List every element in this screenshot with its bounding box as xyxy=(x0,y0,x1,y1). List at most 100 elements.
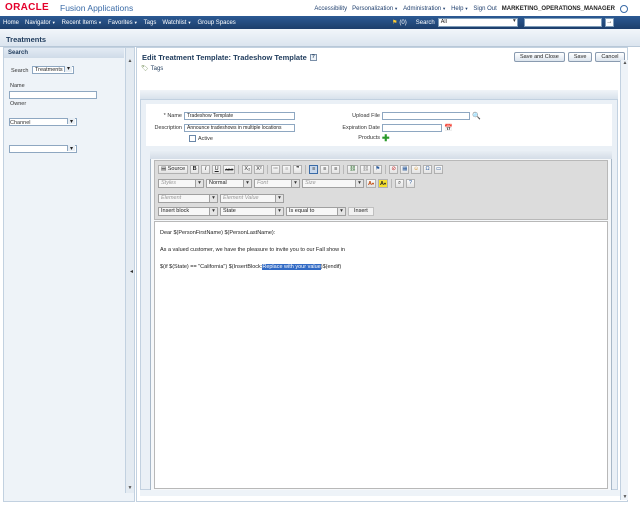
collapse-panel-icon[interactable]: ◂ xyxy=(130,268,133,275)
bold-button[interactable]: B xyxy=(190,165,200,174)
chevron-down-icon: ▼ xyxy=(51,19,56,25)
accessibility-link[interactable]: Accessibility xyxy=(314,6,347,12)
italic-button[interactable]: I xyxy=(201,165,211,174)
toolbar-row-1: ▤ Source B I U ABC X₂ X² ≔ ≡ ❞ ≡ ≡ ≡ ⛓ ⛓… xyxy=(158,165,444,174)
blockquote-icon[interactable]: ❞ xyxy=(293,165,303,174)
bullet-list-icon[interactable]: ≡ xyxy=(282,165,292,174)
tags-label: Tags xyxy=(150,65,164,72)
search-by-select[interactable]: Treatments xyxy=(32,66,74,74)
name-input[interactable] xyxy=(9,91,97,99)
state-select[interactable]: State xyxy=(220,207,284,216)
styles-select[interactable]: Styles xyxy=(158,179,204,188)
name-label: Name xyxy=(10,83,25,89)
region-title: Treatments xyxy=(6,35,47,44)
name-field[interactable]: Tradeshow Template xyxy=(184,112,295,120)
nav-tags[interactable]: Tags xyxy=(141,20,160,26)
insert-button[interactable]: Insert xyxy=(348,207,374,216)
upload-file-input[interactable] xyxy=(382,112,470,120)
user-name: MARKETING_OPERATIONS_MANAGER xyxy=(501,6,615,12)
save-button[interactable]: Save xyxy=(567,52,593,62)
background-color-button[interactable]: A▾ xyxy=(378,179,388,188)
editor-line-3-suffix: )$(endif) xyxy=(320,264,342,270)
nav-favorites[interactable]: Favorites▼ xyxy=(105,20,141,26)
description-row: Description Announce tradeshows in multi… xyxy=(150,124,295,132)
tags-link[interactable]: 🏷 Tags xyxy=(141,65,164,73)
numbered-list-icon[interactable]: ≔ xyxy=(270,165,281,174)
element-select[interactable]: Element xyxy=(158,194,218,203)
chevron-down-icon: ▾ xyxy=(383,181,386,186)
expiration-row: Expiration Date 📅 xyxy=(336,124,453,132)
toolbar-divider xyxy=(266,165,268,174)
underline-button[interactable]: U xyxy=(212,165,222,174)
subscript-button[interactable]: X₂ xyxy=(242,165,253,174)
smiley-icon[interactable]: ☺ xyxy=(411,165,422,174)
calendar-icon[interactable]: 📅 xyxy=(444,124,453,132)
owner-label: Owner xyxy=(10,101,27,107)
editor-line-2: As a valued customer, we have the pleasu… xyxy=(160,247,345,253)
condition-select[interactable]: Is equal to xyxy=(286,207,346,216)
personalization-label: Personalization xyxy=(352,6,394,12)
save-and-close-button[interactable]: Save and Close xyxy=(514,52,565,62)
nav-navigator[interactable]: Navigator▼ xyxy=(22,20,59,26)
search-go-button[interactable]: → xyxy=(604,18,614,27)
toolbar-row-4: Insert block State Is equal to Insert xyxy=(158,207,374,216)
size-select[interactable]: Size xyxy=(302,179,364,188)
text-color-button[interactable]: A▾ xyxy=(366,179,376,188)
scroll-down-icon[interactable]: ▼ xyxy=(622,494,628,500)
align-right-icon[interactable]: ≡ xyxy=(331,165,341,174)
find-icon[interactable]: ⌕ xyxy=(395,179,404,188)
upload-file-label: Upload File xyxy=(352,113,380,119)
nav-watchlist-label: Watchlist xyxy=(162,19,187,26)
unlink-icon[interactable]: ⛓ xyxy=(360,165,372,174)
power-icon[interactable] xyxy=(620,5,628,13)
toolbar-row-3: Element Element Value xyxy=(158,194,284,203)
editor-content-area[interactable] xyxy=(154,221,608,489)
table-icon[interactable]: ▦ xyxy=(400,165,410,174)
format-select[interactable]: Normal xyxy=(206,179,252,188)
global-search-input[interactable] xyxy=(523,18,602,27)
main-scrollbar[interactable]: ▲ ▼ xyxy=(620,60,628,500)
sign-out-link[interactable]: Sign Out xyxy=(473,6,496,12)
scroll-up-icon[interactable]: ▲ xyxy=(622,60,628,66)
nav-group-spaces[interactable]: Group Spaces xyxy=(194,20,238,26)
nav-watchlist[interactable]: Watchlist▼ xyxy=(159,20,194,26)
favorites-counter[interactable]: ⚑ (0) xyxy=(392,19,407,27)
administration-menu[interactable]: Administration▼ xyxy=(403,6,446,12)
scroll-up-icon[interactable]: ▲ xyxy=(127,58,133,64)
special-char-icon[interactable]: Ω xyxy=(423,165,433,174)
link-icon[interactable]: ⛓ xyxy=(347,165,359,174)
search-scope-select[interactable]: All xyxy=(437,18,518,27)
page-break-icon[interactable]: ▭ xyxy=(434,165,444,174)
help-menu[interactable]: Help▼ xyxy=(451,6,468,12)
font-select[interactable]: Font xyxy=(254,179,300,188)
element-value-select[interactable]: Element Value xyxy=(220,194,284,203)
flash-icon[interactable]: ⊘ xyxy=(389,165,399,174)
align-center-icon[interactable]: ≡ xyxy=(320,165,330,174)
add-icon[interactable]: ✚ xyxy=(382,134,390,143)
strikethrough-button[interactable]: ABC xyxy=(223,165,236,174)
insert-block-select[interactable]: Insert block xyxy=(158,207,218,216)
anchor-icon[interactable]: ⚑ xyxy=(373,165,383,174)
search-label: Search xyxy=(415,19,435,26)
description-field[interactable]: Announce tradeshows in multiple location… xyxy=(184,124,295,132)
help-icon[interactable]: ? xyxy=(309,54,317,61)
personalization-menu[interactable]: Personalization▼ xyxy=(352,6,398,12)
help-icon[interactable]: ? xyxy=(406,179,415,188)
align-left-icon[interactable]: ≡ xyxy=(309,165,319,174)
expiration-date-input[interactable] xyxy=(382,124,442,132)
toolbar-divider xyxy=(343,165,345,174)
superscript-button[interactable]: X² xyxy=(254,165,264,174)
channel-select[interactable] xyxy=(9,145,77,153)
active-checkbox[interactable] xyxy=(189,135,196,142)
chevron-down-icon: ▼ xyxy=(98,19,102,25)
scroll-down-icon[interactable]: ▼ xyxy=(127,485,133,491)
channel-label: Channel xyxy=(10,120,31,126)
source-button[interactable]: ▤ Source xyxy=(158,165,189,174)
nav-recent-items[interactable]: Recent Items▼ xyxy=(59,20,105,26)
search-icon[interactable]: 🔍 xyxy=(472,112,481,120)
nav-home[interactable]: Home xyxy=(0,20,22,26)
oracle-logo: ORACLE xyxy=(5,2,50,13)
nav-favorites-label: Favorites xyxy=(108,19,133,26)
nav-search-area: ⚑(0) Search All → xyxy=(392,16,614,29)
source-label: Source xyxy=(167,166,186,172)
